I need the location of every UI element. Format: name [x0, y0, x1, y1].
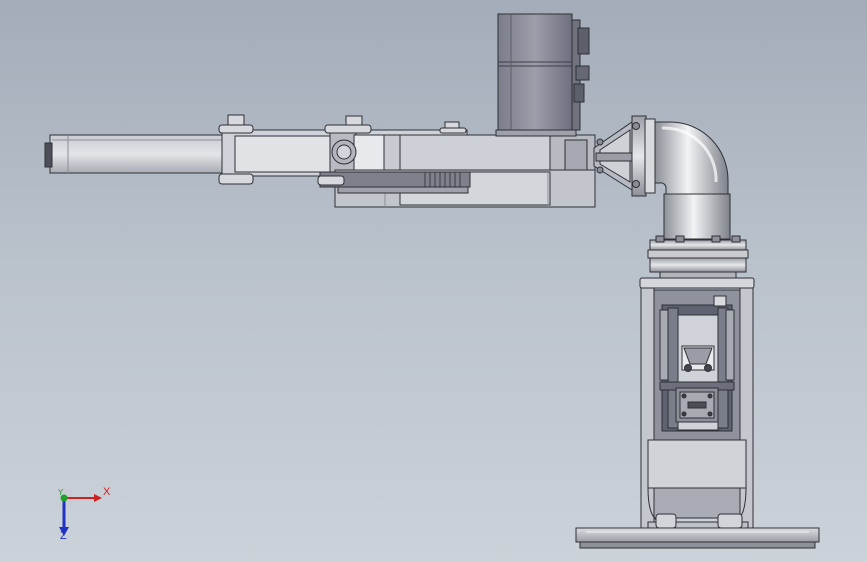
base-assembly[interactable]	[575, 513, 820, 549]
arm-outer-tube[interactable]	[49, 134, 236, 174]
elbow-pipe[interactable]	[654, 121, 729, 197]
elbow-pipe-assembly[interactable]	[593, 115, 749, 281]
robot-arm-model[interactable]	[0, 0, 867, 562]
frame-leg	[640, 287, 655, 529]
base-plate[interactable]	[575, 527, 820, 543]
frame-lower-panel	[647, 439, 747, 489]
base-bolt	[717, 513, 743, 529]
motor-connector	[575, 65, 590, 81]
triad-z-label: Z	[60, 530, 67, 542]
motor-body[interactable]	[497, 13, 573, 135]
coordinate-triad	[54, 488, 102, 536]
pin-bolt	[227, 114, 245, 126]
triad-y-label: Y	[58, 488, 64, 497]
triad-x-label: X	[103, 486, 111, 498]
base-bolt	[655, 513, 677, 529]
arm-end-cap[interactable]	[44, 142, 53, 168]
motor-connector	[577, 27, 590, 55]
frame-top-plate	[639, 277, 755, 289]
cad-viewport[interactable]: X Y Z	[0, 0, 867, 562]
column-frame[interactable]	[639, 277, 755, 529]
frame-leg	[739, 287, 754, 529]
motor-assembly[interactable]	[495, 13, 590, 137]
